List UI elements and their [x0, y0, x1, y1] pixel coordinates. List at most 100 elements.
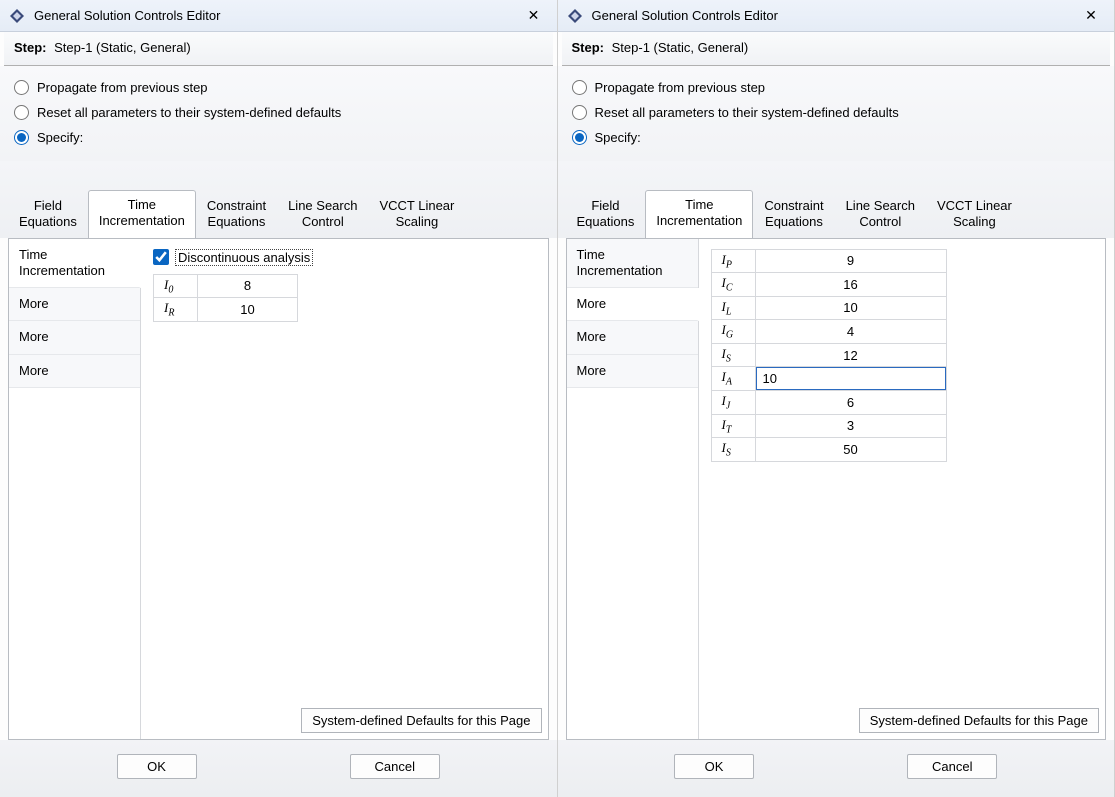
tab-time-incrementation[interactable]: TimeIncrementation: [88, 190, 196, 239]
param-table: I0 8 IR 10: [153, 274, 298, 322]
discontinuous-checkbox[interactable]: [153, 249, 169, 265]
subtabs: Time Incrementation More More More: [9, 239, 141, 740]
radio-propagate-label: Propagate from previous step: [595, 80, 766, 95]
param-value[interactable]: 6: [755, 391, 946, 415]
param-value[interactable]: 10: [755, 296, 946, 320]
tabs: FieldEquations TimeIncrementation Constr…: [558, 161, 1115, 238]
window-title: General Solution Controls Editor: [34, 8, 519, 23]
tab-line-search-control[interactable]: Line SearchControl: [277, 191, 368, 239]
table-row: IP9: [711, 249, 946, 273]
cancel-button[interactable]: Cancel: [350, 754, 440, 779]
param-symbol: IP: [711, 249, 755, 273]
table-row: IL10: [711, 296, 946, 320]
param-value[interactable]: 50: [755, 438, 946, 462]
tab-field-equations[interactable]: FieldEquations: [8, 191, 88, 239]
table-row: IC16: [711, 273, 946, 297]
radio-specify[interactable]: Specify:: [572, 130, 1101, 145]
step-row: Step: Step-1 (Static, General): [562, 32, 1111, 66]
radio-specify-input[interactable]: [572, 130, 587, 145]
discontinuous-row[interactable]: Discontinuous analysis: [153, 249, 536, 266]
radio-specify-input[interactable]: [14, 130, 29, 145]
cancel-button[interactable]: Cancel: [907, 754, 997, 779]
radio-propagate[interactable]: Propagate from previous step: [572, 80, 1101, 95]
table-row: IR 10: [154, 298, 298, 322]
button-row: OK Cancel: [558, 740, 1115, 797]
param-symbol: IS: [711, 438, 755, 462]
param-value[interactable]: 8: [198, 274, 298, 298]
radio-reset-label: Reset all parameters to their system-def…: [37, 105, 341, 120]
tab-vcct-linear-scaling[interactable]: VCCT LinearScaling: [926, 191, 1023, 239]
param-symbol: IL: [711, 296, 755, 320]
tab-pane: Time Incrementation More More More Disco…: [8, 238, 549, 741]
tabs: FieldEquations TimeIncrementation Constr…: [0, 161, 557, 238]
tab-constraint-equations[interactable]: ConstraintEquations: [196, 191, 277, 239]
app-icon: [8, 7, 26, 25]
table-row: I0 8: [154, 274, 298, 298]
left-window: General Solution Controls Editor ✕ Step:…: [0, 0, 558, 797]
param-value[interactable]: 16: [755, 273, 946, 297]
subcontent: IP9 IC16 IL10 IG4 IS12 IA IJ6 IT3 IS50 S…: [699, 239, 1106, 740]
ok-button[interactable]: OK: [117, 754, 197, 779]
param-value[interactable]: 10: [198, 298, 298, 322]
param-symbol: I0: [154, 274, 198, 298]
titlebar: General Solution Controls Editor ✕: [558, 0, 1115, 32]
radio-propagate[interactable]: Propagate from previous step: [14, 80, 543, 95]
step-value: Step-1 (Static, General): [54, 40, 191, 55]
tab-vcct-linear-scaling[interactable]: VCCT LinearScaling: [368, 191, 465, 239]
close-icon[interactable]: ✕: [1076, 4, 1106, 28]
tab-pane: Time Incrementation More More More IP9 I…: [566, 238, 1107, 741]
step-value: Step-1 (Static, General): [612, 40, 749, 55]
param-symbol: IG: [711, 320, 755, 344]
radio-specify[interactable]: Specify:: [14, 130, 543, 145]
tab-field-equations[interactable]: FieldEquations: [566, 191, 646, 239]
param-value[interactable]: 4: [755, 320, 946, 344]
table-row: IG4: [711, 320, 946, 344]
param-symbol: IA: [711, 367, 755, 391]
table-row: IJ6: [711, 391, 946, 415]
radio-reset[interactable]: Reset all parameters to their system-def…: [14, 105, 543, 120]
radio-propagate-input[interactable]: [572, 80, 587, 95]
subcontent: Discontinuous analysis I0 8 IR 10 System…: [141, 239, 548, 740]
subtab-more-1[interactable]: More: [567, 288, 699, 321]
subtab-more-2[interactable]: More: [567, 321, 698, 354]
param-value[interactable]: 12: [755, 343, 946, 367]
subtab-more-1[interactable]: More: [9, 288, 140, 321]
radio-reset-input[interactable]: [14, 105, 29, 120]
radio-specify-label: Specify:: [595, 130, 641, 145]
param-symbol: IS: [711, 343, 755, 367]
system-defaults-button[interactable]: System-defined Defaults for this Page: [301, 708, 541, 733]
param-table: IP9 IC16 IL10 IG4 IS12 IA IJ6 IT3 IS50: [711, 249, 947, 462]
radio-reset-input[interactable]: [572, 105, 587, 120]
param-symbol: IJ: [711, 391, 755, 415]
app-icon: [566, 7, 584, 25]
right-window: General Solution Controls Editor ✕ Step:…: [558, 0, 1115, 797]
close-icon[interactable]: ✕: [519, 4, 549, 28]
radio-reset-label: Reset all parameters to their system-def…: [595, 105, 899, 120]
system-defaults-button[interactable]: System-defined Defaults for this Page: [859, 708, 1099, 733]
param-value-editing[interactable]: [755, 367, 946, 391]
param-symbol: IT: [711, 414, 755, 438]
table-row: IS50: [711, 438, 946, 462]
param-symbol: IR: [154, 298, 198, 322]
button-row: OK Cancel: [0, 740, 557, 797]
tab-time-incrementation[interactable]: TimeIncrementation: [645, 190, 753, 239]
ok-button[interactable]: OK: [674, 754, 754, 779]
param-symbol: IC: [711, 273, 755, 297]
param-input[interactable]: [756, 367, 946, 390]
subtab-more-2[interactable]: More: [9, 321, 140, 354]
radio-group: Propagate from previous step Reset all p…: [0, 66, 557, 161]
tab-line-search-control[interactable]: Line SearchControl: [835, 191, 926, 239]
step-row: Step: Step-1 (Static, General): [4, 32, 553, 66]
discontinuous-label: Discontinuous analysis: [175, 249, 313, 266]
param-value[interactable]: 3: [755, 414, 946, 438]
subtab-more-3[interactable]: More: [567, 355, 698, 388]
tab-constraint-equations[interactable]: ConstraintEquations: [753, 191, 834, 239]
radio-propagate-input[interactable]: [14, 80, 29, 95]
subtab-time-incrementation[interactable]: Time Incrementation: [567, 239, 698, 289]
subtab-more-3[interactable]: More: [9, 355, 140, 388]
param-value[interactable]: 9: [755, 249, 946, 273]
radio-reset[interactable]: Reset all parameters to their system-def…: [572, 105, 1101, 120]
radio-group: Propagate from previous step Reset all p…: [558, 66, 1115, 161]
radio-propagate-label: Propagate from previous step: [37, 80, 208, 95]
subtab-time-incrementation[interactable]: Time Incrementation: [9, 239, 141, 289]
